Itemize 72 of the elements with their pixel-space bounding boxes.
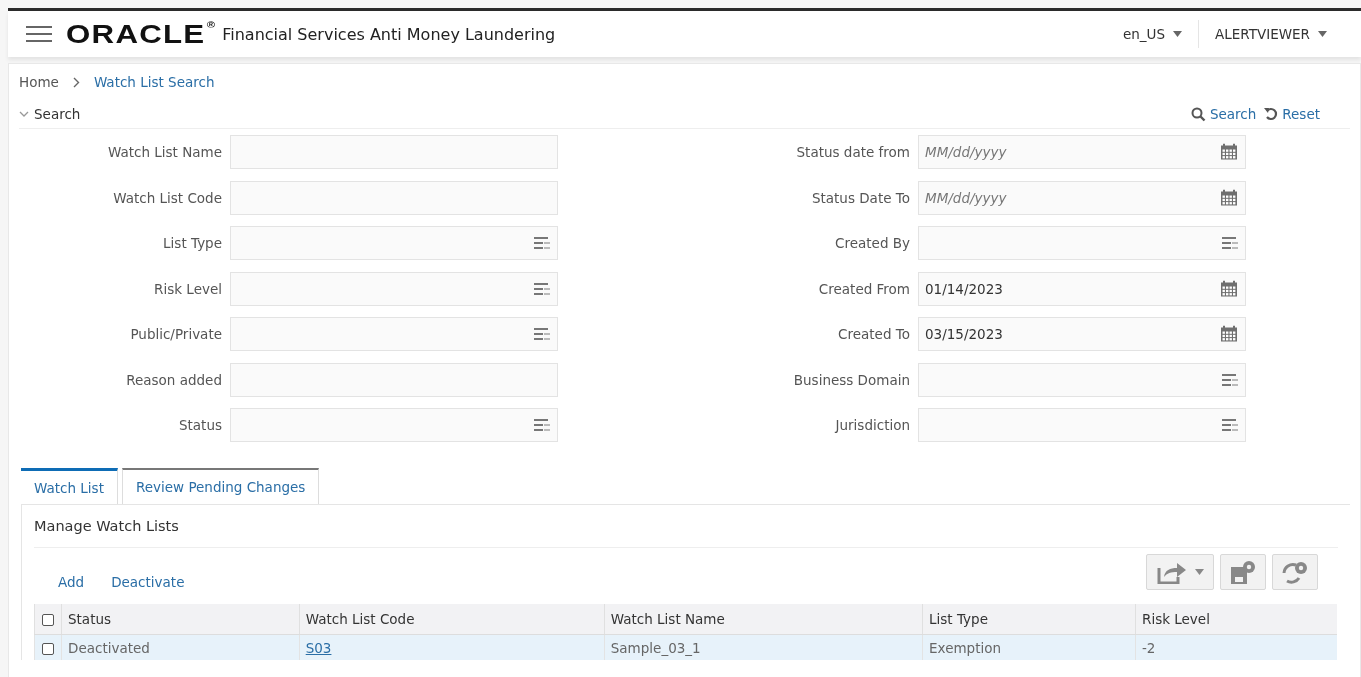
caret-icon [1194, 569, 1204, 575]
caret-icon [1318, 31, 1327, 37]
tab[interactable]: Watch List [21, 468, 118, 504]
menu-icon[interactable] [26, 26, 52, 42]
table-cell: -2 [1135, 634, 1337, 660]
table-cell: Sample_03_1 [604, 634, 923, 660]
field-label: Status date from [795, 144, 910, 160]
list-icon[interactable] [534, 237, 550, 249]
column-header[interactable]: Watch List Code [299, 604, 605, 635]
breadcrumb-link[interactable]: Watch List Search [93, 74, 215, 90]
field-label: Created To [837, 326, 910, 342]
field-label: Created From [817, 280, 910, 297]
select-field[interactable] [230, 226, 558, 260]
list-icon[interactable] [534, 282, 550, 295]
search-icon [1190, 106, 1206, 122]
caret-icon [1173, 31, 1183, 37]
list-icon[interactable] [534, 328, 550, 340]
chevron-down-icon[interactable] [19, 110, 29, 118]
field-label: Created By [834, 235, 910, 251]
select-field[interactable] [230, 317, 558, 351]
date-field[interactable]: MM/dd/yyyy [918, 135, 1246, 169]
section-title: Manage Watch Lists [34, 505, 1338, 548]
field-label: Status [177, 417, 222, 433]
list-icon[interactable] [1222, 373, 1238, 386]
user-dropdown[interactable]: ALERTVIEWER [1199, 26, 1343, 42]
table-cell: Exemption [922, 634, 1136, 660]
field-label: Watch List Code [112, 189, 222, 206]
field-label: List Type [162, 235, 222, 251]
table-cell: Deactivated [61, 634, 300, 660]
locale-dropdown[interactable]: en_US [1107, 26, 1199, 42]
input-field[interactable] [230, 180, 558, 215]
reset-button[interactable]: Reset [1264, 106, 1320, 122]
column-header[interactable]: Watch List Name [604, 604, 923, 635]
tab[interactable]: Review Pending Changes [121, 468, 320, 504]
select-field[interactable] [230, 271, 558, 306]
checkbox[interactable] [42, 614, 54, 626]
date-field[interactable]: 01/14/2023 [918, 271, 1246, 306]
select-field[interactable] [230, 408, 558, 442]
select-field[interactable] [918, 408, 1246, 442]
logo: ORACLE® [66, 19, 217, 49]
chevron-icon [72, 76, 80, 88]
field-label: Public/Private [129, 326, 222, 342]
field-label: Reason added [125, 371, 222, 388]
list-icon[interactable] [1222, 419, 1238, 431]
date-field[interactable]: MM/dd/yyyy [918, 180, 1246, 215]
reset-icon [1264, 107, 1279, 121]
date-field[interactable]: 03/15/2023 [918, 317, 1246, 351]
action-link[interactable]: Deactivate [101, 574, 202, 590]
list-icon[interactable] [1222, 237, 1238, 249]
checkbox[interactable] [42, 642, 54, 655]
breadcrumb-link[interactable]: Home [19, 74, 59, 90]
action-link[interactable]: Add [48, 574, 102, 590]
section-title: Search [34, 106, 81, 122]
field-label: Watch List Name [106, 144, 222, 160]
save-settings-button[interactable] [1220, 554, 1266, 590]
field-label: Risk Level [153, 280, 222, 297]
reset-settings-button[interactable] [1272, 554, 1318, 590]
search-button[interactable]: Search [1190, 106, 1257, 122]
field-label: Jurisdiction [833, 417, 910, 433]
product-title: Financial Services Anti Money Laundering [222, 24, 556, 44]
column-header[interactable]: Risk Level [1135, 604, 1337, 635]
field-label: Status Date To [810, 189, 910, 206]
select-field[interactable] [918, 226, 1246, 260]
input-field[interactable] [230, 135, 558, 169]
input-field[interactable] [230, 362, 558, 397]
export-button[interactable] [1146, 554, 1214, 590]
field-label: Business Domain [792, 371, 910, 388]
code-link[interactable]: S03 [305, 639, 332, 656]
select-field[interactable] [918, 362, 1246, 397]
list-icon[interactable] [534, 419, 550, 431]
column-header[interactable]: Status [61, 604, 300, 635]
column-header[interactable]: List Type [922, 604, 1136, 635]
